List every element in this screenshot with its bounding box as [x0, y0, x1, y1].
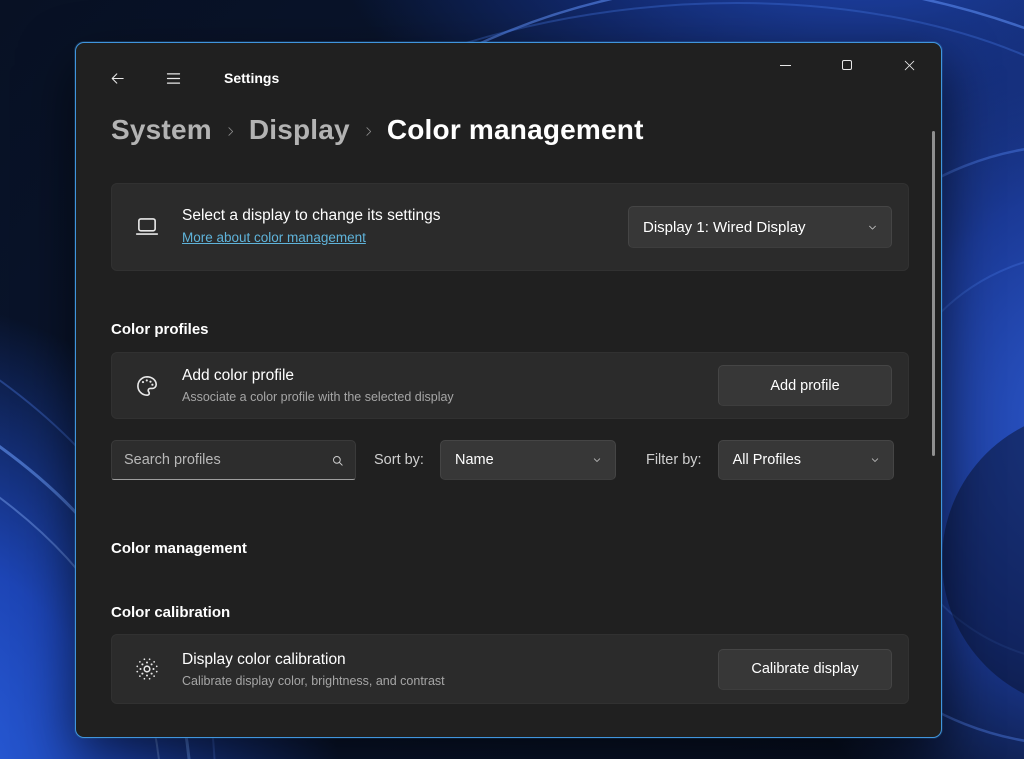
color-palette-icon — [134, 373, 160, 399]
hamburger-menu-icon — [165, 70, 182, 87]
close-button[interactable] — [878, 44, 940, 86]
profiles-filter-row: Sort by: Name Filter by: All Profiles — [111, 440, 909, 480]
calibration-sunburst-icon — [134, 656, 160, 682]
chevron-down-icon — [866, 221, 879, 234]
sort-by-value: Name — [455, 452, 494, 468]
settings-page-content: System Display Color management Select a… — [76, 111, 941, 704]
chevron-right-icon — [224, 125, 237, 138]
color-management-heading: Color management — [111, 540, 909, 557]
minimize-button[interactable] — [754, 44, 816, 86]
minimize-icon — [780, 65, 791, 66]
breadcrumb-item-system[interactable]: System — [111, 114, 212, 146]
desktop: Settings System — [0, 0, 1024, 759]
search-profiles-input[interactable] — [124, 452, 330, 468]
breadcrumb-item-color-management: Color management — [387, 114, 644, 146]
color-calibration-heading: Color calibration — [111, 604, 909, 621]
breadcrumb: System Display Color management — [111, 111, 909, 149]
add-color-profile-title: Add color profile — [182, 367, 718, 385]
app-title: Settings — [224, 70, 279, 86]
titlebar[interactable]: Settings — [76, 43, 941, 101]
back-arrow-icon — [109, 70, 126, 87]
search-icon — [330, 453, 345, 468]
sort-by-dropdown[interactable]: Name — [440, 440, 616, 480]
display-color-calibration-card: Display color calibration Calibrate disp… — [111, 634, 909, 704]
add-color-profile-card: Add color profile Associate a color prof… — [111, 352, 909, 419]
display-color-calibration-title: Display color calibration — [182, 651, 718, 669]
add-profile-button[interactable]: Add profile — [718, 365, 892, 406]
filter-by-value: All Profiles — [733, 452, 802, 468]
maximize-icon — [842, 60, 852, 70]
chevron-right-icon — [362, 125, 375, 138]
filter-by-label: Filter by: — [646, 452, 702, 468]
add-color-profile-subtitle: Associate a color profile with the selec… — [182, 390, 718, 404]
close-icon — [903, 59, 916, 72]
display-selector-card: Select a display to change its settings … — [111, 183, 909, 271]
laptop-display-icon — [134, 214, 160, 240]
settings-window: Settings System — [75, 42, 942, 738]
back-button[interactable] — [100, 63, 134, 93]
navigation-menu-button[interactable] — [156, 63, 190, 93]
chevron-down-icon — [591, 454, 603, 466]
more-about-color-management-link[interactable]: More about color management — [182, 230, 366, 245]
sort-by-label: Sort by: — [374, 452, 424, 468]
calibrate-display-button[interactable]: Calibrate display — [718, 649, 892, 690]
filter-by-dropdown[interactable]: All Profiles — [718, 440, 894, 480]
chevron-down-icon — [869, 454, 881, 466]
vertical-scrollbar[interactable] — [932, 131, 935, 456]
search-profiles-box[interactable] — [111, 440, 356, 480]
display-color-calibration-subtitle: Calibrate display color, brightness, and… — [182, 674, 718, 688]
color-profiles-heading: Color profiles — [111, 321, 909, 338]
display-selector-value: Display 1: Wired Display — [643, 219, 806, 236]
display-selector-title: Select a display to change its settings — [182, 207, 628, 225]
display-selector-dropdown[interactable]: Display 1: Wired Display — [628, 206, 892, 248]
maximize-button[interactable] — [816, 44, 878, 86]
breadcrumb-item-display[interactable]: Display — [249, 114, 350, 146]
window-caption-controls — [754, 44, 940, 86]
